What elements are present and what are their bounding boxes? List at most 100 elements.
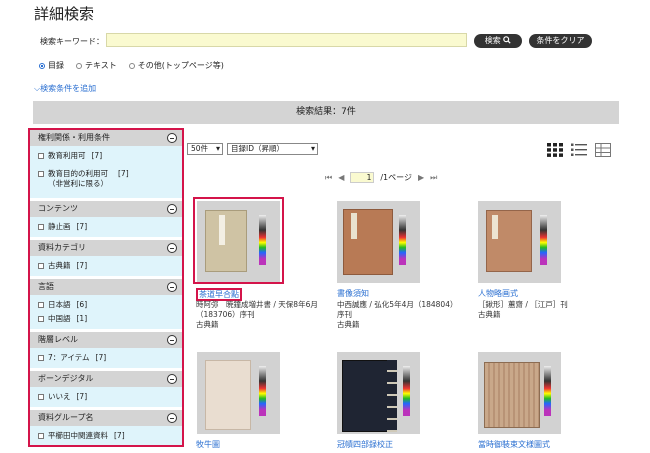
checkbox[interactable] [38,171,44,177]
facet-item-count: [6] [76,300,88,309]
list-view-icon[interactable] [571,143,587,157]
facet-item[interactable]: 中国語 [1] [38,312,176,326]
checkbox[interactable] [38,394,44,400]
facet-header-category[interactable]: 資料カテゴリ [30,240,182,256]
search-button-label: 検索 [484,36,501,45]
facet-item-label: 静止画 [48,222,71,231]
facet-header-group[interactable]: 資料グループ名 [30,410,182,426]
facet-body-language: 日本語 [6] 中国語 [1] [30,295,182,329]
result-meta-line: 古典籍 [478,310,501,319]
scope-radio-text[interactable]: テキスト [76,60,117,71]
keyword-input[interactable] [106,33,467,47]
facet-item-label: 古典籍 [48,261,71,270]
result-title[interactable]: 當時御裝束文様圖式 [478,439,550,450]
facet-body-category: 古典籍 [7] [30,256,182,276]
facet-title: 資料カテゴリ [38,243,86,252]
facet-item-count: [7] [76,222,88,231]
collapse-icon[interactable] [167,335,177,345]
facet-title: コンテンツ [38,204,78,213]
collapse-icon[interactable] [167,282,177,292]
facet-title: 階層レベル [38,335,78,344]
checkbox[interactable] [38,355,44,361]
search-icon [503,36,511,44]
result-meta: 時阿弥 暁鐘成増井書 / 天保8年6月 （183706）序刊 古典籍 [196,300,318,330]
scope-radio-catalog[interactable]: 目録 [39,60,64,71]
page-title: 詳細検索 [34,5,95,23]
facet-sidebar: 権利関係・利用条件 教育利用可 [7] 教育目的の利用可 （非営利に限る） [7] … [28,128,184,447]
facet-header-contents[interactable]: コンテンツ [30,201,182,217]
table-view-icon[interactable] [595,143,611,157]
result-title[interactable]: 冠幘四部録校正 [337,439,393,450]
next-page-icon[interactable]: ▶ [418,173,424,182]
facet-item[interactable]: 7：アイテム [7] [38,351,176,365]
result-meta-line: 古典籍 [337,320,360,329]
prev-page-icon[interactable]: ◀ [338,173,344,182]
add-condition-link[interactable]: ⌵検索条件を追加 [34,83,96,94]
result-title[interactable]: 牧牛圖 [196,439,220,450]
book-image [484,362,540,428]
last-page-icon[interactable]: ⏭ [430,173,437,183]
facet-item[interactable]: 日本語 [6] [38,298,176,312]
facet-header-language[interactable]: 言語 [30,279,182,295]
radio-dot[interactable] [128,62,135,69]
checkbox[interactable] [38,316,44,322]
checkbox[interactable] [38,263,44,269]
per-page-select[interactable]: 50件 [187,143,223,155]
facet-item-label: 平櫛田中関連資料 [48,431,108,440]
search-button[interactable]: 検索 [474,34,522,48]
facet-item[interactable]: 平櫛田中関連資料 [7] [38,429,176,443]
facet-header-rights[interactable]: 権利関係・利用条件 [30,130,182,146]
sort-select[interactable]: 目録ID（昇順） [227,143,318,155]
facet-body-group: 平櫛田中関連資料 [7] [30,426,182,445]
checkbox[interactable] [38,224,44,230]
checkbox[interactable] [38,433,44,439]
facet-item[interactable]: いいえ [7] [38,390,176,404]
radio-dot[interactable] [76,62,82,69]
checkbox[interactable] [38,153,44,159]
page-number-input[interactable]: 1 [350,172,375,183]
collapse-icon[interactable] [167,243,177,253]
title-slip [492,215,498,239]
scope-label: 目録 [48,61,64,70]
result-thumbnail[interactable] [478,201,561,283]
facet-item-label: 中国語 [48,314,71,323]
facet-item-count: [1] [76,314,88,323]
clear-conditions-button[interactable]: 条件をクリア [529,34,592,48]
facet-header-level[interactable]: 階層レベル [30,332,182,348]
facet-item-label: 7：アイテム [48,353,90,362]
facet-item[interactable]: 教育利用可 [7] [38,149,176,163]
scope-radio-other[interactable]: その他(トップページ等) [128,60,224,71]
collapse-icon[interactable] [167,413,177,423]
facet-item[interactable]: 教育目的の利用可 （非営利に限る） [7] [38,163,176,195]
color-scale [540,215,547,265]
result-title[interactable]: 人物略画式 [478,288,518,299]
collapse-icon[interactable] [167,133,177,143]
collapse-icon[interactable] [167,374,177,384]
add-condition-label: 検索条件を追加 [40,84,97,93]
pager: ⏮ ◀ 1 /1ページ ▶ ⏭ [325,172,437,183]
facet-item[interactable]: 静止画 [7] [38,220,176,234]
facet-item-count: [7] [76,261,88,270]
result-title[interactable]: 書像須知 [337,288,369,299]
color-scale [399,215,406,265]
facet-body-level: 7：アイテム [7] [30,348,182,368]
result-thumbnail[interactable] [337,352,420,434]
per-page-value: 50件 [191,144,209,153]
facet-item-count: [7] [118,169,129,178]
color-scale [544,366,551,416]
thumbnail-grid-view-icon[interactable] [547,143,563,157]
result-thumbnail[interactable] [478,352,561,434]
facet-item[interactable]: 古典籍 [7] [38,259,176,273]
first-page-icon[interactable]: ⏮ [325,173,332,183]
checkbox[interactable] [38,302,44,308]
facet-title: 権利関係・利用条件 [38,133,110,142]
result-thumbnail[interactable] [197,352,280,434]
facet-body-rights: 教育利用可 [7] 教育目的の利用可 （非営利に限る） [7] [30,146,182,198]
result-thumbnail[interactable] [337,201,420,283]
radio-dot[interactable] [39,62,45,69]
facet-item-label: 教育目的の利用可 （非営利に限る） [48,169,108,188]
facet-header-born-digital[interactable]: ボーンデジタル [30,371,182,387]
result-meta: ［鍬形］蕙齋 / ［江戸］刊 古典籍 [478,300,568,320]
collapse-icon[interactable] [167,204,177,214]
result-meta-line: 序刊 [337,310,352,319]
